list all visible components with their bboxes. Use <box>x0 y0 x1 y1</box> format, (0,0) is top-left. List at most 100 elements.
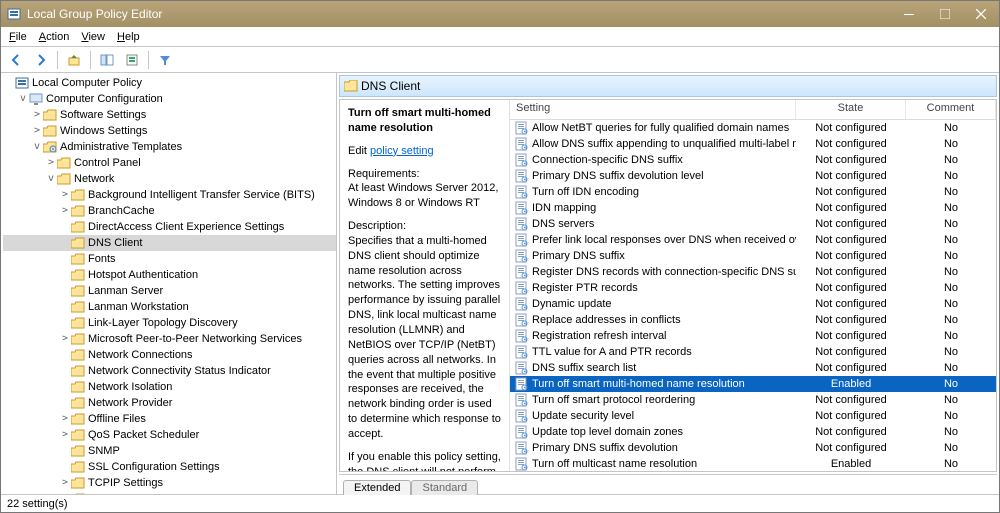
setting-row[interactable]: Primary DNS suffixNot configuredNo <box>510 248 996 264</box>
tree-tcpip[interactable]: >TCPIP Settings <box>3 475 336 491</box>
tree-item[interactable]: >Windows Settings <box>3 123 336 139</box>
tree-qos[interactable]: >QoS Packet Scheduler <box>3 427 336 443</box>
tree-twistie[interactable] <box>59 299 71 315</box>
tree-of[interactable]: >Offline Files <box>3 411 336 427</box>
tree-twistie[interactable] <box>59 251 71 267</box>
tree-twistie[interactable]: > <box>45 155 57 171</box>
edit-policy-link[interactable]: policy setting <box>370 145 434 157</box>
tree-nc[interactable]: Network Connections <box>3 347 336 363</box>
tree-twistie[interactable] <box>3 75 15 91</box>
tree-twistie[interactable] <box>59 443 71 459</box>
forward-button[interactable] <box>30 49 52 71</box>
tree-twistie[interactable]: v <box>17 91 29 107</box>
menu-file[interactable]: File <box>3 29 33 45</box>
tree-dns[interactable]: DNS Client <box>3 235 336 251</box>
setting-row[interactable]: Update top level domain zonesNot configu… <box>510 424 996 440</box>
tree-ssl[interactable]: SSL Configuration Settings <box>3 459 336 475</box>
setting-row[interactable]: DNS serversNot configuredNo <box>510 216 996 232</box>
setting-row[interactable]: Turn off IDN encodingNot configuredNo <box>510 184 996 200</box>
maximize-button[interactable] <box>927 1 963 27</box>
setting-row[interactable]: Registration refresh intervalNot configu… <box>510 328 996 344</box>
tree-ni[interactable]: Network Isolation <box>3 379 336 395</box>
tree-twistie[interactable] <box>59 347 71 363</box>
tree-twistie[interactable]: v <box>31 139 43 155</box>
tree-twistie[interactable]: > <box>59 411 71 427</box>
tree-twistie[interactable] <box>59 283 71 299</box>
setting-row[interactable]: DNS suffix search listNot configuredNo <box>510 360 996 376</box>
tree-ls[interactable]: Lanman Server <box>3 283 336 299</box>
tree-twistie[interactable] <box>59 219 71 235</box>
tree-twistie[interactable] <box>59 267 71 283</box>
tree-twistie[interactable] <box>59 363 71 379</box>
tree-item[interactable]: >Software Settings <box>3 107 336 123</box>
tree-lw[interactable]: Lanman Workstation <box>3 299 336 315</box>
tree-administrative-templates[interactable]: vAdministrative Templates <box>3 139 336 155</box>
minimize-button[interactable] <box>891 1 927 27</box>
back-button[interactable] <box>5 49 27 71</box>
tree-bits[interactable]: >Background Intelligent Transfer Service… <box>3 187 336 203</box>
tree-twistie[interactable]: > <box>31 107 43 123</box>
setting-row[interactable]: Register PTR recordsNot configuredNo <box>510 280 996 296</box>
setting-label: Primary DNS suffix devolution level <box>532 168 704 184</box>
up-button[interactable] <box>63 49 85 71</box>
setting-row[interactable]: Register DNS records with connection-spe… <box>510 264 996 280</box>
tree-snmp[interactable]: SNMP <box>3 443 336 459</box>
setting-row[interactable]: Connection-specific DNS suffixNot config… <box>510 152 996 168</box>
tab-standard[interactable]: Standard <box>411 480 478 495</box>
tree-twistie[interactable] <box>59 379 71 395</box>
col-state[interactable]: State <box>796 100 906 119</box>
setting-row[interactable]: IDN mappingNot configuredNo <box>510 200 996 216</box>
menu-view[interactable]: View <box>75 29 111 45</box>
tree-lltd[interactable]: Link-Layer Topology Discovery <box>3 315 336 331</box>
titlebar[interactable]: Local Group Policy Editor <box>1 1 999 27</box>
properties-icon[interactable] <box>121 49 143 71</box>
tree-twistie[interactable] <box>59 459 71 475</box>
tree-twistie[interactable]: v <box>45 171 57 187</box>
setting-row[interactable]: Allow NetBT queries for fully qualified … <box>510 120 996 136</box>
setting-row[interactable]: Update security levelNot configuredNo <box>510 408 996 424</box>
tree-twistie[interactable]: > <box>59 475 71 491</box>
tree-fonts[interactable]: Fonts <box>3 251 336 267</box>
list-rows[interactable]: Allow NetBT queries for fully qualified … <box>510 120 996 471</box>
setting-row[interactable]: Dynamic updateNot configuredNo <box>510 296 996 312</box>
tree-ncsi[interactable]: Network Connectivity Status Indicator <box>3 363 336 379</box>
tree-network[interactable]: vNetwork <box>3 171 336 187</box>
filter-button[interactable] <box>154 49 176 71</box>
policy-icon <box>514 185 528 199</box>
close-button[interactable] <box>963 1 999 27</box>
menu-action[interactable]: Action <box>33 29 76 45</box>
tree-pane[interactable]: Local Computer PolicyvComputer Configura… <box>1 73 337 494</box>
tree-twistie[interactable] <box>59 315 71 331</box>
tree-twistie[interactable] <box>59 235 71 251</box>
tree-twistie[interactable]: > <box>31 123 43 139</box>
show-hide-tree-button[interactable] <box>96 49 118 71</box>
tree-item[interactable]: >Control Panel <box>3 155 336 171</box>
setting-comment: No <box>906 184 996 200</box>
tree-computer-configuration[interactable]: vComputer Configuration <box>3 91 336 107</box>
setting-row[interactable]: Turn off smart protocol reorderingNot co… <box>510 392 996 408</box>
tree-twistie[interactable] <box>59 395 71 411</box>
menu-help[interactable]: Help <box>111 29 146 45</box>
tree-np[interactable]: Network Provider <box>3 395 336 411</box>
setting-row[interactable]: Replace addresses in conflictsNot config… <box>510 312 996 328</box>
tree-bc[interactable]: >BranchCache <box>3 203 336 219</box>
tree-twistie[interactable]: > <box>59 187 71 203</box>
tree-twistie[interactable]: > <box>59 427 71 443</box>
tree-ha[interactable]: Hotspot Authentication <box>3 267 336 283</box>
setting-row[interactable]: Turn off smart multi-homed name resoluti… <box>510 376 996 392</box>
setting-row[interactable]: Turn off multicast name resolutionEnable… <box>510 456 996 471</box>
tab-extended[interactable]: Extended <box>343 480 411 495</box>
setting-state: Not configured <box>796 296 906 312</box>
tree-twistie[interactable]: > <box>59 331 71 347</box>
tree-root[interactable]: Local Computer Policy <box>3 75 336 91</box>
setting-row[interactable]: Primary DNS suffix devolutionNot configu… <box>510 440 996 456</box>
setting-row[interactable]: Allow DNS suffix appending to unqualifie… <box>510 136 996 152</box>
tree-twistie[interactable]: > <box>59 203 71 219</box>
col-comment[interactable]: Comment <box>906 100 996 119</box>
setting-row[interactable]: Prefer link local responses over DNS whe… <box>510 232 996 248</box>
col-setting[interactable]: Setting <box>510 100 796 119</box>
tree-mp2p[interactable]: >Microsoft Peer-to-Peer Networking Servi… <box>3 331 336 347</box>
tree-daces[interactable]: DirectAccess Client Experience Settings <box>3 219 336 235</box>
setting-row[interactable]: TTL value for A and PTR recordsNot confi… <box>510 344 996 360</box>
setting-row[interactable]: Primary DNS suffix devolution levelNot c… <box>510 168 996 184</box>
